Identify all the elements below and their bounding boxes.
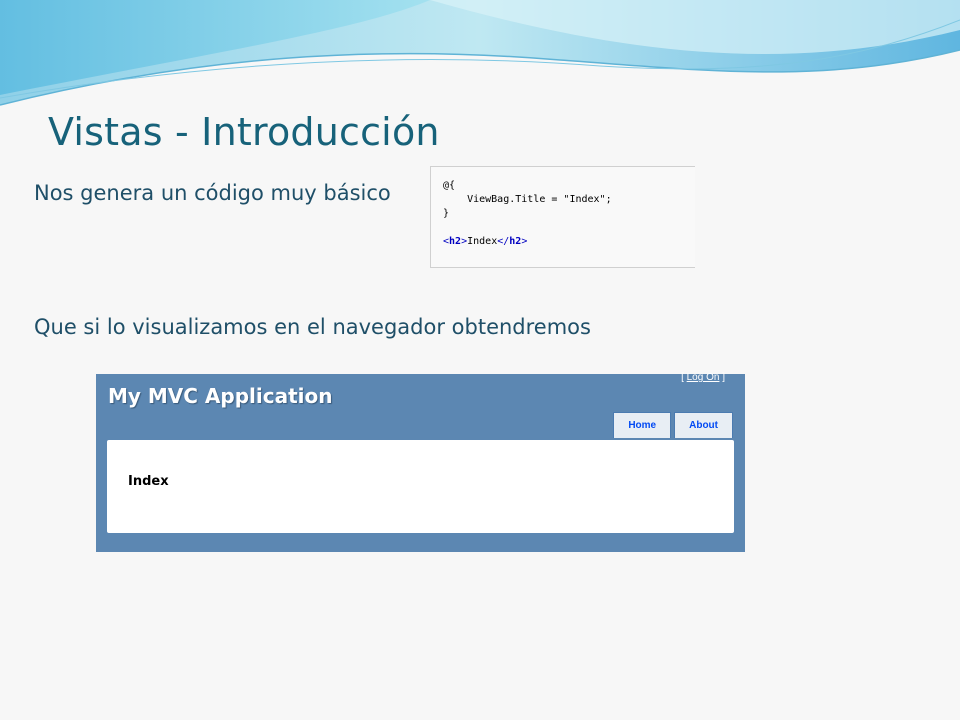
- bullet-text-1: Nos genera un código muy básico: [34, 181, 391, 205]
- slide-title: Vistas - Introducción: [48, 110, 440, 154]
- code-inner-text: Index: [467, 236, 498, 247]
- browser-screenshot: My MVC Application [ Log On ] Home About…: [96, 372, 745, 552]
- nav-tab-home[interactable]: Home: [613, 412, 672, 438]
- nav-tab-about[interactable]: About: [674, 412, 733, 438]
- code-open-tag: h2: [449, 236, 462, 247]
- decorative-wave-header: [0, 0, 960, 106]
- code-line-3: }: [443, 208, 450, 219]
- bullet-text-2: Que si lo visualizamos en el navegador o…: [34, 315, 591, 339]
- code-line-2-suffix: ;: [605, 194, 612, 205]
- log-on-link[interactable]: Log On: [687, 372, 720, 383]
- login-display: [ Log On ]: [681, 372, 725, 383]
- main-content: Index: [107, 440, 734, 533]
- login-bracket-close: ]: [719, 372, 725, 383]
- main-menu: Home About: [613, 412, 733, 438]
- code-line-2-string: "Index": [563, 194, 606, 205]
- app-title: My MVC Application: [108, 384, 333, 408]
- code-snippet: @{ ViewBag.Title = "Index"; } <h2>Index<…: [430, 166, 695, 268]
- page-heading: Index: [128, 474, 169, 489]
- code-close-gt: >: [521, 236, 528, 247]
- code-close-tag: h2: [509, 236, 522, 247]
- code-close-lt: </: [497, 236, 510, 247]
- code-line-1: @{: [443, 180, 456, 191]
- code-line-2-prefix: ViewBag.Title =: [443, 194, 564, 205]
